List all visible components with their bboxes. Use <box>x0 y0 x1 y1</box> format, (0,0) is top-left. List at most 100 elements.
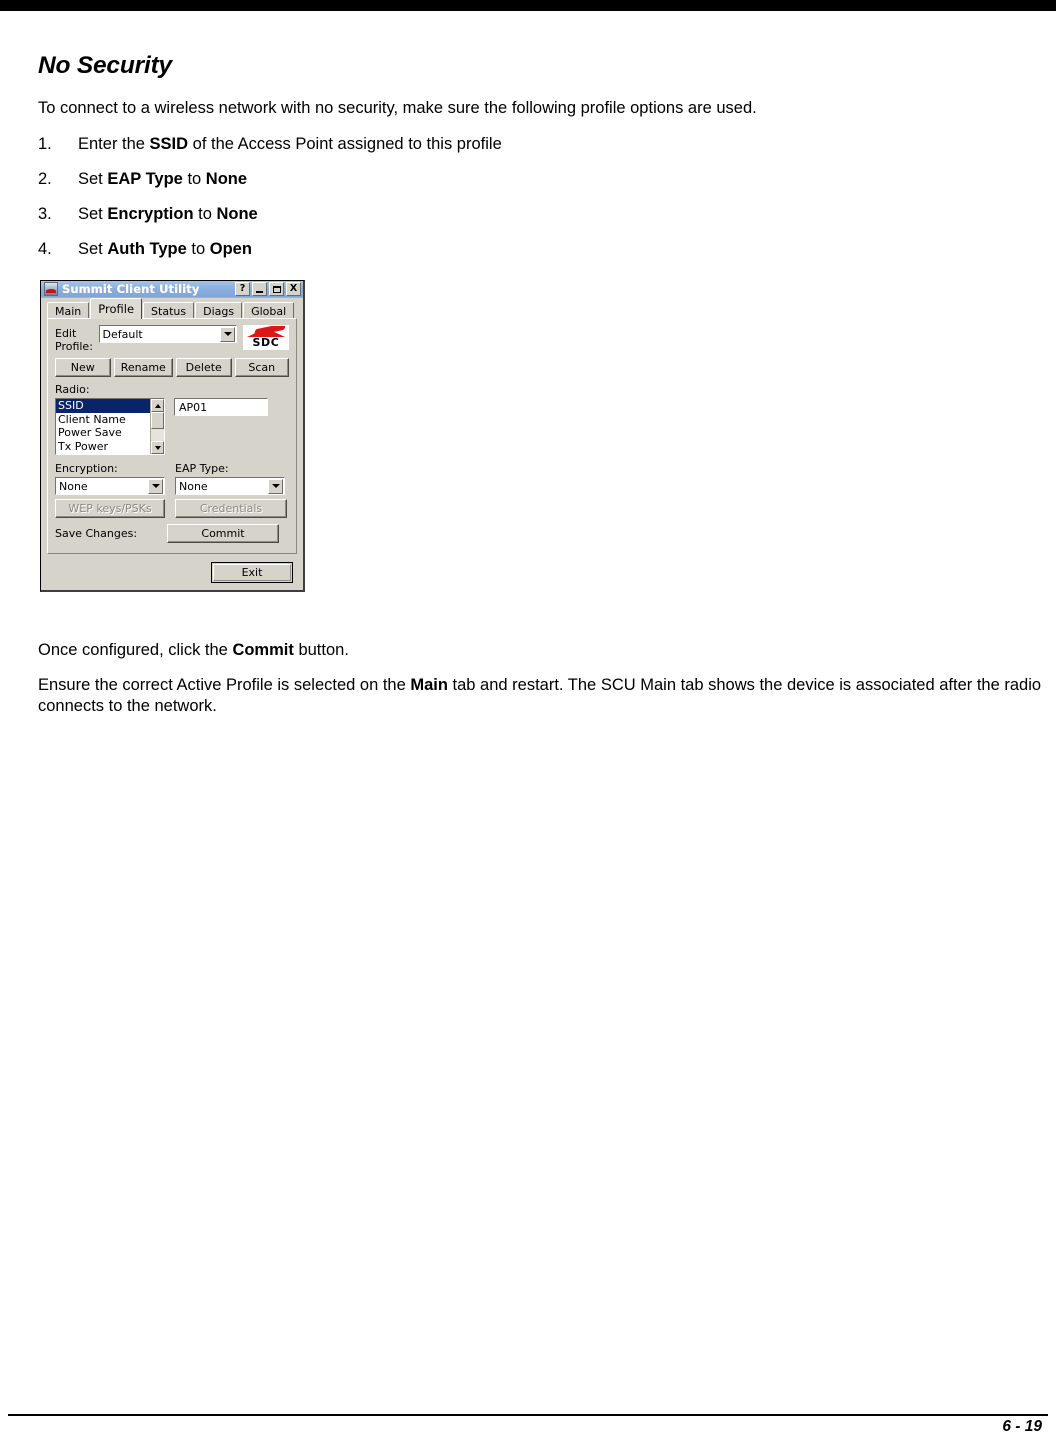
window-titlebar: Summit Client Utility ? X <box>41 281 303 298</box>
window-title: Summit Client Utility <box>62 282 200 296</box>
sdc-logo-text: SDC <box>252 336 280 349</box>
step-number: 2. <box>38 170 52 188</box>
save-changes-label: Save Changes: <box>55 527 138 540</box>
list-item: 1. Enter the SSID of the Access Point ass… <box>38 133 1050 155</box>
commit-instruction-paragraph: Once configured, click the Commit button… <box>38 640 1050 661</box>
tab-diags[interactable]: Diags <box>195 302 243 319</box>
step-text-mid: to <box>182 170 206 188</box>
edit-profile-row: Edit Profile: Default SDC <box>55 325 289 353</box>
eap-type-value: None <box>179 479 208 493</box>
edit-profile-value: Default <box>102 327 143 341</box>
titlebar-buttons: ? X <box>235 282 301 296</box>
delete-button[interactable]: Delete <box>175 358 232 377</box>
step-number: 1. <box>38 135 52 153</box>
tab-bar: Main Profile Status Diags Global <box>41 298 303 319</box>
exit-button-label: Exit <box>213 564 291 581</box>
step-text-bold2: Open <box>209 240 252 258</box>
scrollbar-track[interactable] <box>151 429 164 441</box>
list-item: 4. Set Auth Type to Open <box>38 238 1050 260</box>
list-item-tx-power[interactable]: Tx Power <box>56 440 150 454</box>
help-button[interactable]: ? <box>235 282 250 296</box>
step-text-bold1: EAP Type <box>107 170 183 188</box>
tab-profile[interactable]: Profile <box>90 298 143 319</box>
chevron-down-icon[interactable] <box>220 326 235 342</box>
commit-pre: Once configured, click the <box>38 641 233 659</box>
commit-button[interactable]: Commit <box>167 524 279 543</box>
list-item: 3. Set Encryption to None <box>38 203 1050 225</box>
exit-button-area: Exit <box>41 555 303 590</box>
tab-main[interactable]: Main <box>47 302 90 319</box>
tab-global[interactable]: Global <box>243 302 295 319</box>
tab-status[interactable]: Status <box>143 302 195 319</box>
profile-action-buttons: New Rename Delete Scan <box>55 358 290 377</box>
intro-paragraph: To connect to a wireless network with no… <box>38 99 757 117</box>
encryption-eap-labels: Encryption: EAP Type: <box>55 462 289 475</box>
exit-button[interactable]: Exit <box>211 562 293 583</box>
eap-type-label: EAP Type: <box>175 462 229 475</box>
step-text-mid: of the Access Point assigned to this pro… <box>188 135 502 153</box>
maximize-icon <box>272 285 281 293</box>
commit-bold: Commit <box>232 641 294 659</box>
maximize-button[interactable] <box>269 282 284 296</box>
active-profile-bold: Main <box>410 676 448 694</box>
rename-button[interactable]: Rename <box>113 358 173 377</box>
step-text-pre: Enter the <box>78 135 150 153</box>
step-text-bold1: Encryption <box>107 205 194 223</box>
commit-post: button. <box>293 641 349 659</box>
scrollbar-thumb[interactable] <box>151 412 164 429</box>
step-text-mid: to <box>186 240 210 258</box>
profile-tab-panel: Edit Profile: Default SDC New Rename Del… <box>47 318 297 554</box>
edit-profile-label-line1: Edit <box>55 327 77 340</box>
summit-app-icon <box>44 282 58 296</box>
step-text-bold1: Auth Type <box>107 240 187 258</box>
step-text-pre: Set <box>78 240 108 258</box>
footer-divider <box>8 1414 1048 1416</box>
encryption-eap-selects: None None <box>55 477 289 495</box>
encryption-value: None <box>59 479 88 493</box>
list-item-power-save[interactable]: Power Save <box>56 426 150 440</box>
edit-profile-select[interactable]: Default <box>98 325 237 343</box>
scan-button[interactable]: Scan <box>234 358 290 377</box>
wep-keys-psks-button[interactable]: WEP keys/PSKs <box>55 499 165 518</box>
scroll-up-icon[interactable] <box>151 399 164 412</box>
sdc-swoosh-icon <box>247 326 285 337</box>
page-top-black-bar <box>0 0 1056 11</box>
step-number: 4. <box>38 240 52 258</box>
step-text-pre: Set <box>78 170 108 188</box>
steps-list: 1. Enter the SSID of the Access Point ass… <box>38 133 1050 260</box>
minimize-button[interactable] <box>252 282 267 296</box>
list-item: 2. Set EAP Type to None <box>38 168 1050 190</box>
page-number: 6 - 19 <box>1002 1418 1042 1435</box>
summit-client-utility-window: Summit Client Utility ? X Main Profile S… <box>40 280 305 592</box>
chevron-down-icon[interactable] <box>148 478 163 494</box>
step-text-bold2: None <box>216 205 258 223</box>
edit-profile-label-line2: Profile: <box>55 339 93 353</box>
save-changes-row: Save Changes: Commit <box>55 524 289 543</box>
active-profile-paragraph: Ensure the correct Active Profile is sel… <box>38 675 1050 717</box>
document-page: No Security To connect to a wireless net… <box>0 0 1056 1437</box>
page-title: No Security <box>38 52 172 79</box>
encryption-label: Encryption: <box>55 462 118 475</box>
post-figure-text: Once configured, click the Commit button… <box>38 640 1050 731</box>
radio-property-list[interactable]: SSID Client Name Power Save Tx Power <box>55 398 165 455</box>
credentials-button[interactable]: Credentials <box>175 499 287 518</box>
step-text-pre: Set <box>78 205 108 223</box>
step-text-bold1: SSID <box>149 135 189 153</box>
encryption-select[interactable]: None <box>55 477 165 495</box>
ssid-value-input[interactable]: AP01 <box>174 398 268 416</box>
active-profile-pre: Ensure the correct Active Profile is sel… <box>38 676 411 694</box>
radio-property-items: SSID Client Name Power Save Tx Power <box>56 399 150 454</box>
eap-type-select[interactable]: None <box>175 477 285 495</box>
list-item-ssid[interactable]: SSID <box>56 399 150 413</box>
chevron-down-icon[interactable] <box>268 478 283 494</box>
keys-credentials-row: WEP keys/PSKs Credentials <box>55 499 289 518</box>
step-text-bold2: None <box>205 170 248 188</box>
scroll-down-icon[interactable] <box>151 441 164 454</box>
new-button[interactable]: New <box>55 358 111 377</box>
document-content: No Security To connect to a wireless net… <box>38 52 1050 273</box>
radio-settings-row: SSID Client Name Power Save Tx Power AP0… <box>55 398 289 455</box>
step-text-mid: to <box>193 205 217 223</box>
close-button[interactable]: X <box>286 282 301 296</box>
list-item-client-name[interactable]: Client Name <box>56 413 150 427</box>
radio-list-scrollbar[interactable] <box>150 399 164 454</box>
